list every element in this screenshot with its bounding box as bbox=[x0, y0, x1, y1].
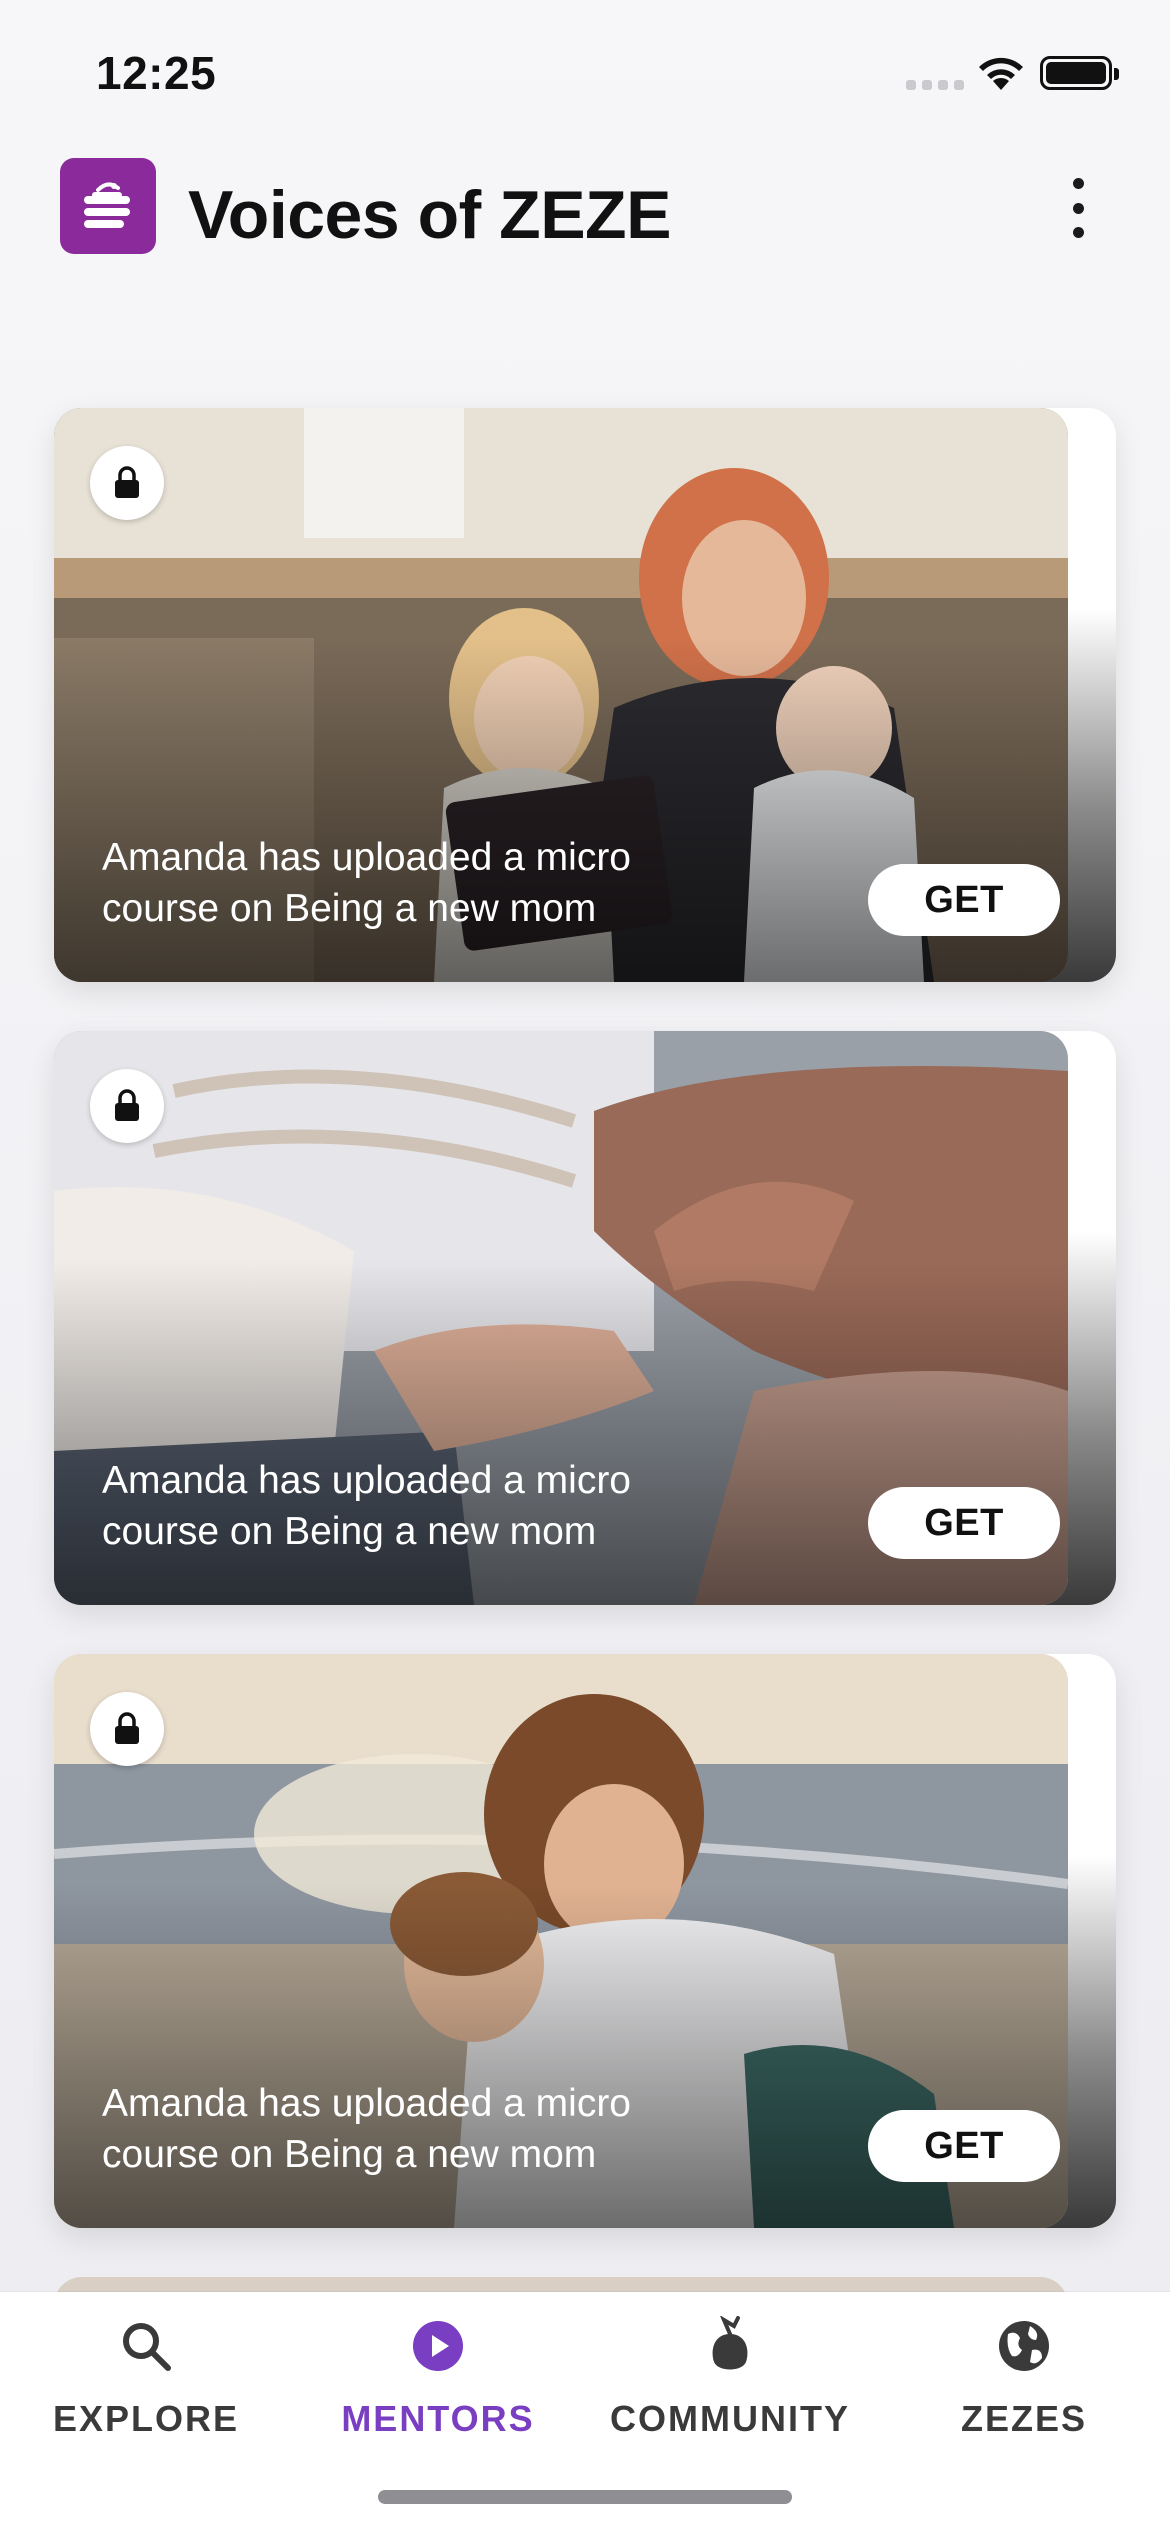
globe-icon bbox=[994, 2316, 1054, 2376]
community-icon bbox=[700, 2316, 760, 2376]
search-icon bbox=[116, 2316, 176, 2376]
wifi-icon bbox=[979, 57, 1023, 90]
more-vertical-icon[interactable] bbox=[1058, 178, 1098, 238]
course-card[interactable]: Amanda has uploaded a micro course on Be… bbox=[54, 408, 1116, 982]
lock-icon bbox=[90, 1069, 164, 1143]
lock-icon bbox=[90, 446, 164, 520]
card-description: Amanda has uploaded a micro course on Be… bbox=[102, 1459, 631, 1553]
get-button[interactable]: GET bbox=[868, 864, 1060, 936]
tab-zezes[interactable]: ZEZES bbox=[924, 2316, 1124, 2456]
tab-label: MENTORS bbox=[341, 2398, 535, 2439]
card-description: Amanda has uploaded a micro course on Be… bbox=[102, 2082, 631, 2176]
screen: 12:25 Voices of ZEZE Amanda has uploaded… bbox=[0, 0, 1170, 2532]
battery-icon bbox=[1040, 56, 1119, 90]
tab-label: COMMUNITY bbox=[610, 2398, 850, 2439]
tab-community[interactable]: COMMUNITY bbox=[600, 2316, 860, 2456]
status-bar: 12:25 bbox=[0, 0, 1170, 140]
course-card[interactable]: Amanda has uploaded a micro course on Be… bbox=[54, 1031, 1116, 1605]
course-card[interactable]: Amanda has uploaded a micro course on Be… bbox=[54, 1654, 1116, 2228]
lock-icon bbox=[90, 1692, 164, 1766]
tab-label: EXPLORE bbox=[52, 2398, 240, 2439]
tab-explore[interactable]: EXPLORE bbox=[46, 2316, 246, 2456]
cellular-signal-icon bbox=[906, 80, 964, 90]
play-circle-icon bbox=[408, 2316, 468, 2376]
tab-mentors[interactable]: MENTORS bbox=[338, 2316, 538, 2456]
zeze-logo-icon bbox=[60, 158, 156, 254]
get-button[interactable]: GET bbox=[868, 2110, 1060, 2182]
card-description: Amanda has uploaded a micro course on Be… bbox=[102, 836, 631, 930]
get-button[interactable]: GET bbox=[868, 1487, 1060, 1559]
home-indicator[interactable] bbox=[378, 2490, 792, 2504]
tab-label: ZEZES bbox=[960, 2398, 1087, 2439]
page-title: Voices of ZEZE bbox=[188, 177, 671, 253]
status-time: 12:25 bbox=[96, 47, 217, 99]
